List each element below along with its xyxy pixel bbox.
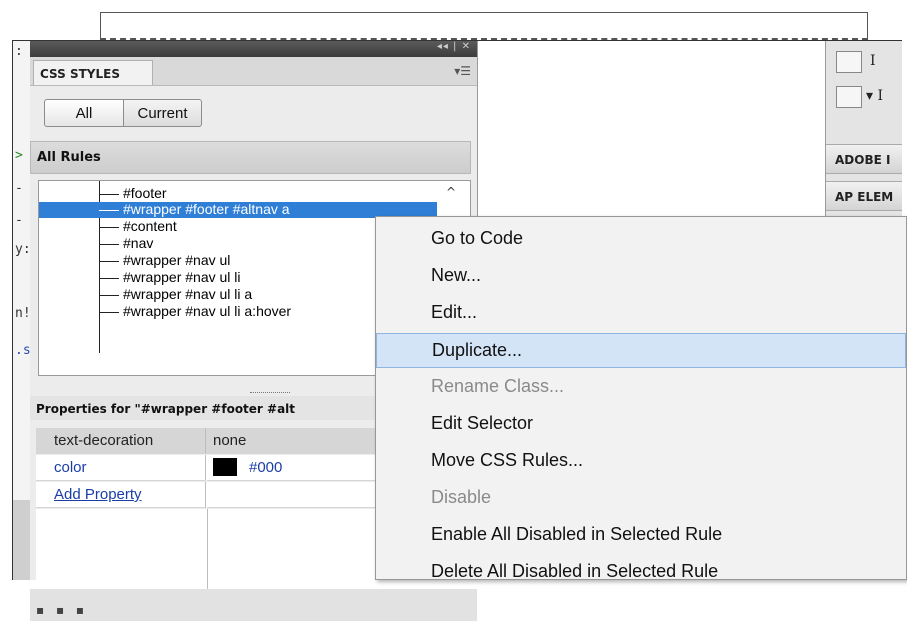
menu-item-duplicate[interactable]: Duplicate... [376,333,906,368]
current-button[interactable]: Current [124,99,202,127]
gutter-char: > [15,148,23,163]
context-menu: Go to Code New... Edit... Duplicate... R… [375,216,907,581]
document-top-strip [100,12,868,40]
panel-menu-icon[interactable]: ▾☰ [454,64,471,78]
color-value-text: #000 [249,459,283,476]
panel-bottom-toolbar: ▪ ▪ ▪ [30,589,477,621]
panel-tab-row: CSS STYLES ▾☰ [30,57,477,86]
toolbar-icons[interactable]: ▪ ▪ ▪ [36,603,88,617]
menu-item-edit[interactable]: Edit... [376,296,906,331]
all-rules-header[interactable]: All Rules [30,141,471,174]
add-property-link[interactable]: Add Property [36,482,206,508]
mode-segment-group: All Current [44,99,202,127]
menu-item-enable-all-disabled[interactable]: Enable All Disabled in Selected Rule [376,518,906,553]
menu-item-go-to-code[interactable]: Go to Code [376,222,906,257]
menu-item-disable[interactable]: Disable [376,481,906,516]
menu-item-edit-selector[interactable]: Edit Selector [376,407,906,442]
user-panel-icon[interactable] [836,86,862,108]
gutter-char: - [15,213,23,228]
gutter-shade [13,500,30,580]
menu-item-move-css-rules[interactable]: Move CSS Rules... [376,444,906,479]
scroll-up-icon[interactable]: ^ [446,185,456,199]
ap-elements-tab[interactable]: AP ELEM [826,181,902,211]
gutter-char: : [15,44,23,59]
gutter-char: y: [15,242,31,257]
property-name: color [36,455,206,481]
menu-item-delete-all-disabled[interactable]: Delete All Disabled in Selected Rule [376,555,906,590]
tab-css-styles[interactable]: CSS STYLES [33,60,153,85]
collapse-close-icon[interactable]: ◂◂ | ✕ [437,41,471,52]
menu-item-new[interactable]: New... [376,259,906,294]
gutter-char: n! [15,306,31,321]
color-swatch[interactable] [213,458,237,477]
rule-item[interactable]: #footer [39,185,439,202]
dock-label: I [870,53,876,69]
property-name: text-decoration [36,428,206,454]
menu-item-rename-class[interactable]: Rename Class... [376,370,906,405]
column-divider [207,509,208,589]
panel-titlebar[interactable]: ◂◂ | ✕ [30,41,477,57]
gutter-char: - [15,181,23,196]
gutter-char: .s [15,343,31,358]
insert-panel-icon[interactable] [836,51,862,73]
dock-label: ▾ I [866,88,884,104]
adobe-panel-tab[interactable]: ADOBE I [826,144,902,174]
all-button[interactable]: All [44,99,124,127]
